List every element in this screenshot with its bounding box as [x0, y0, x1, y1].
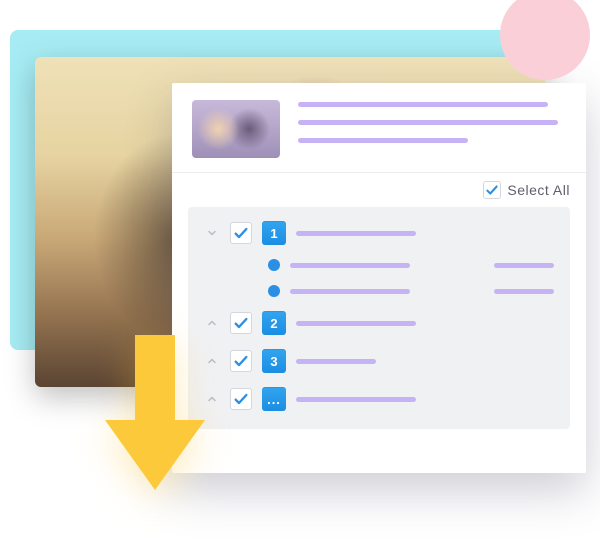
list-item: 3 — [204, 349, 554, 373]
item-title-placeholder — [296, 231, 416, 236]
sub-item-label — [290, 263, 410, 268]
list-item: 1 — [204, 221, 554, 245]
sub-item-meta — [494, 263, 554, 268]
item-checkbox[interactable] — [230, 222, 252, 244]
item-title-placeholder — [296, 359, 376, 364]
item-title-placeholder — [296, 321, 416, 326]
select-all-checkbox[interactable] — [483, 181, 501, 199]
sub-item-meta — [494, 289, 554, 294]
item-number-badge: 1 — [262, 221, 286, 245]
bullet-icon — [268, 285, 280, 297]
download-panel: Select All 1 — [172, 83, 586, 473]
item-title-placeholder — [296, 397, 416, 402]
checkmark-icon — [233, 225, 249, 241]
expand-toggle[interactable] — [204, 391, 220, 407]
sub-item — [204, 259, 554, 271]
sub-item-label — [290, 289, 410, 294]
select-all-label: Select All — [507, 182, 570, 198]
download-arrow-icon — [105, 335, 205, 490]
episodes-list: 1 2 — [188, 207, 570, 429]
list-item: ... — [204, 387, 554, 411]
item-more-badge: ... — [262, 387, 286, 411]
checkmark-icon — [233, 391, 249, 407]
checkmark-icon — [485, 183, 499, 197]
item-checkbox[interactable] — [230, 388, 252, 410]
expand-toggle[interactable] — [204, 353, 220, 369]
item-checkbox[interactable] — [230, 312, 252, 334]
list-item: 2 — [204, 311, 554, 335]
item-number-badge: 3 — [262, 349, 286, 373]
expand-toggle[interactable] — [204, 315, 220, 331]
sub-item — [204, 285, 554, 297]
item-checkbox[interactable] — [230, 350, 252, 372]
chevron-down-icon — [206, 227, 218, 239]
subtitle-line — [298, 120, 558, 125]
pink-accent-circle — [500, 0, 590, 80]
meta-line — [298, 138, 468, 143]
bullet-icon — [268, 259, 280, 271]
expand-toggle[interactable] — [204, 225, 220, 241]
title-line — [298, 102, 548, 107]
chevron-up-icon — [206, 355, 218, 367]
checkmark-icon — [233, 315, 249, 331]
chevron-up-icon — [206, 393, 218, 405]
chevron-up-icon — [206, 317, 218, 329]
item-number-badge: 2 — [262, 311, 286, 335]
media-title-block — [298, 100, 566, 158]
checkmark-icon — [233, 353, 249, 369]
panel-header — [172, 83, 586, 173]
select-all-row: Select All — [172, 173, 586, 207]
media-thumbnail — [192, 100, 280, 158]
